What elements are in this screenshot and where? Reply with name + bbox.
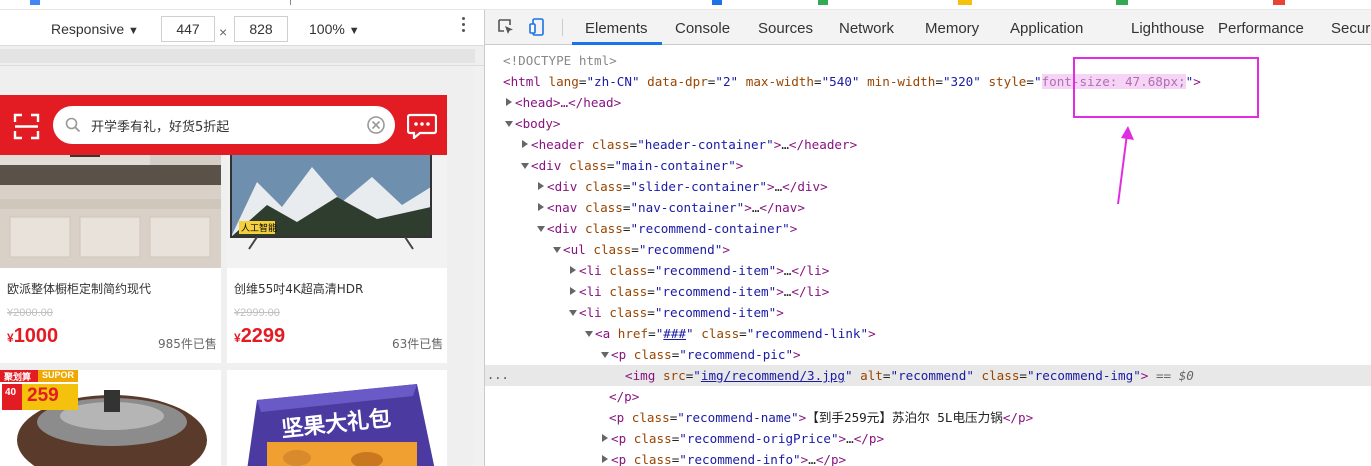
product-original-price: ¥2000.00 (7, 307, 53, 319)
product-card[interactable]: 聚划算 SUPOR 40 259 (0, 370, 221, 466)
dom-ul-node[interactable]: <ul class="recommend"> (485, 239, 1371, 260)
tv-badge: 人工智能 (241, 224, 278, 234)
promo-number: 40 (5, 387, 17, 398)
browser-tab-strip-fragment (0, 0, 1371, 10)
dom-p-name-node[interactable]: <p class="recommend-name">【到手259元】苏泊尔 5L… (485, 407, 1371, 428)
inspect-icon[interactable] (497, 18, 515, 36)
more-vert-icon[interactable] (462, 17, 466, 35)
message-icon[interactable] (407, 113, 437, 139)
dom-recommend-div[interactable]: <div class="recommend-container"> (485, 218, 1371, 239)
product-sold-count: 985件已售 (158, 337, 217, 351)
tab-application[interactable]: Application (1010, 10, 1083, 45)
product-name: 欧派整体橱柜定制简约现代 (7, 282, 152, 296)
scrollbar[interactable] (473, 66, 484, 466)
scan-icon[interactable] (13, 113, 40, 140)
device-toolbar: Responsive ▼ 447 × 828 100% ▼ (0, 10, 484, 46)
annotation-arrow (1117, 126, 1134, 205)
product-sold-count: 63件已售 (392, 337, 444, 351)
product-card[interactable]: 坚果大礼包 (227, 370, 447, 466)
dom-header-node[interactable]: <header class="header-container">…</head… (485, 134, 1371, 155)
tab-memory[interactable]: Memory (925, 10, 979, 45)
product-price: ¥2299 (234, 325, 286, 347)
product-original-price: ¥2999.00 (234, 307, 280, 319)
product-price: ¥1000 (7, 325, 59, 347)
promo-price: 259 (27, 385, 59, 406)
tab-console[interactable]: Console (675, 10, 730, 45)
responsive-label: Responsive (51, 21, 125, 37)
device-emulation-pane: Responsive ▼ 447 × 828 100% ▼ 欧派整体橱柜定制简约… (0, 10, 484, 466)
search-placeholder: 开学季有礼，好货5折起 (91, 120, 230, 135)
product-image-gift-box: 坚果大礼包 (227, 370, 447, 466)
height-input[interactable]: 828 (234, 16, 288, 42)
annotation-highlight-box (1073, 57, 1259, 118)
dom-slider-div[interactable]: <div class="slider-container">…</div> (485, 176, 1371, 197)
devtools-tabbar: Elements Console Sources Network Memory … (485, 10, 1371, 45)
mobile-viewport: 欧派整体橱柜定制简约现代 ¥2000.00 ¥1000 985件已售 人工智能 … (0, 95, 447, 466)
tab-sources[interactable]: Sources (758, 10, 813, 45)
device-toggle-icon[interactable] (529, 18, 547, 36)
search-input[interactable]: 开学季有礼，好货5折起 (53, 106, 395, 144)
tab-elements[interactable]: Elements (585, 10, 648, 45)
dom-p-close[interactable]: </p> (485, 386, 1371, 407)
brand-badge: SUPOR (42, 370, 75, 380)
screen: Responsive ▼ 447 × 828 100% ▼ 欧派整体橱柜定制简约… (0, 0, 1371, 466)
dom-main-div[interactable]: <div class="main-container"> (485, 155, 1371, 176)
clear-icon[interactable] (367, 116, 385, 134)
dom-li-node[interactable]: <li class="recommend-item">…</li> (485, 260, 1371, 281)
tab-lighthouse[interactable]: Lighthouse (1131, 10, 1204, 45)
zoom-dropdown[interactable]: 100% ▼ (309, 18, 360, 40)
product-image-pressure-cooker: 聚划算 SUPOR 40 259 (0, 370, 221, 466)
dom-p-origprice-node[interactable]: <p class="recommend-origPrice">…</p> (485, 428, 1371, 449)
dom-p-pic-node[interactable]: <p class="recommend-pic"> (485, 344, 1371, 365)
caret-down-icon: ▼ (348, 25, 360, 37)
dom-li-node[interactable]: <li class="recommend-item"> (485, 302, 1371, 323)
promo-badge: 聚划算 (4, 373, 32, 383)
dimension-times: × (219, 24, 228, 40)
tab-security[interactable]: Securi (1331, 10, 1371, 45)
dom-p-info-node[interactable]: <p class="recommend-info">…</p> (485, 449, 1371, 466)
tab-performance[interactable]: Performance (1218, 10, 1304, 45)
mobile-header: 开学季有礼，好货5折起 (0, 95, 447, 155)
media-query-ruler (0, 46, 484, 66)
active-tab-indicator (572, 42, 662, 45)
dom-img-node-selected[interactable]: ... <img src="img/recommend/3.jpg" alt="r… (485, 365, 1371, 386)
product-name: 创维55吋4K超高清HDR (234, 282, 364, 296)
tab-network[interactable]: Network (839, 10, 894, 45)
dom-li-node[interactable]: <li class="recommend-item">…</li> (485, 281, 1371, 302)
caret-down-icon: ▼ (128, 25, 139, 37)
dom-nav-node[interactable]: <nav class="nav-container">…</nav> (485, 197, 1371, 218)
dom-a-node[interactable]: <a href="###" class="recommend-link"> (485, 323, 1371, 344)
search-icon (65, 117, 81, 133)
zoom-label: 100% (309, 21, 345, 37)
responsive-dropdown[interactable]: Responsive ▼ (51, 18, 139, 40)
width-input[interactable]: 447 (161, 16, 215, 42)
